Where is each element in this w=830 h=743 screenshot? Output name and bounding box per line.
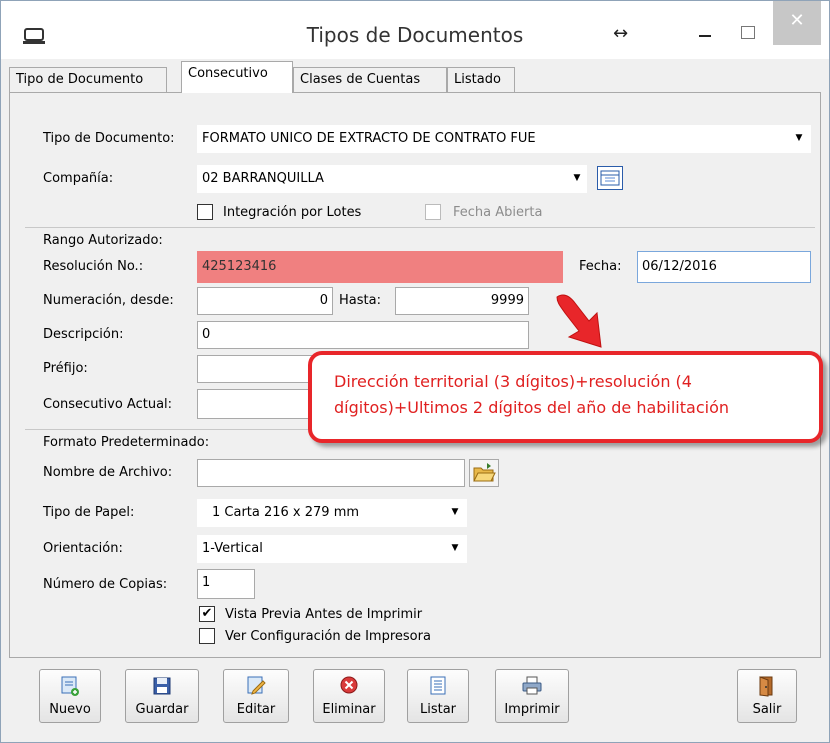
editar-button[interactable]: Editar xyxy=(223,669,289,723)
editar-button-label: Editar xyxy=(236,702,276,717)
vista-previa-checkbox[interactable]: ✔ xyxy=(199,606,215,622)
formato-predeterminado-heading: Formato Predeterminado: xyxy=(43,435,210,450)
resize-icon[interactable]: ↔ xyxy=(613,23,628,44)
orientacion-select[interactable]: 1-Vertical xyxy=(197,535,467,563)
guardar-button[interactable]: Guardar xyxy=(125,669,199,723)
compania-label: Compañía: xyxy=(43,171,114,186)
descripcion-label: Descripción: xyxy=(43,327,124,342)
delete-icon xyxy=(340,676,358,694)
nuevo-button-label: Nuevo xyxy=(49,702,91,717)
minimize-button[interactable] xyxy=(685,17,725,47)
hasta-label: Hasta: xyxy=(339,293,381,308)
consecutivo-actual-label: Consecutivo Actual: xyxy=(43,397,173,412)
listar-button[interactable]: Listar xyxy=(407,669,469,723)
resolucion-input[interactable]: 425123416 xyxy=(197,251,563,283)
tab-listado[interactable]: Listado xyxy=(447,67,515,93)
eliminar-button-label: Eliminar xyxy=(322,702,376,717)
eliminar-button[interactable]: Eliminar xyxy=(313,669,385,723)
nombre-archivo-label: Nombre de Archivo: xyxy=(43,465,173,480)
tab-tipo-de-documento[interactable]: Tipo de Documento xyxy=(9,67,167,93)
exit-door-icon xyxy=(759,676,773,697)
callout-line-1: Dirección territorial (3 dígitos)+resolu… xyxy=(334,372,692,391)
integracion-checkbox[interactable] xyxy=(197,204,213,220)
numeracion-label: Numeración, desde: xyxy=(43,293,174,308)
rango-autorizado-heading: Rango Autorizado: xyxy=(43,233,163,248)
calendar-icon[interactable] xyxy=(597,166,623,190)
salir-button-label: Salir xyxy=(752,702,782,717)
tipo-papel-label: Tipo de Papel: xyxy=(43,505,135,520)
nombre-archivo-input[interactable] xyxy=(197,459,465,487)
resolucion-label: Resolución No.: xyxy=(43,259,144,274)
fecha-input[interactable]: 06/12/2016 xyxy=(637,251,811,283)
fecha-abierta-label: Fecha Abierta xyxy=(453,205,543,220)
tab-consecutivo[interactable]: Consecutivo xyxy=(181,61,293,93)
integracion-label: Integración por Lotes xyxy=(223,205,362,220)
salir-button[interactable]: Salir xyxy=(737,669,797,723)
copias-input[interactable]: 1 xyxy=(197,569,255,599)
close-button[interactable]: ✕ xyxy=(773,1,821,45)
listar-button-label: Listar xyxy=(419,702,457,717)
window: Tipos de Documentos ↔ ✕ Tipo de Document… xyxy=(0,0,830,743)
annotation-callout: Dirección territorial (3 dígitos)+resolu… xyxy=(308,351,823,443)
ver-configuracion-checkbox[interactable] xyxy=(199,628,215,644)
imprimir-button[interactable]: Imprimir xyxy=(495,669,569,723)
numeracion-desde-input[interactable]: 0 xyxy=(197,287,333,315)
vista-previa-label: Vista Previa Antes de Imprimir xyxy=(225,607,423,622)
guardar-button-label: Guardar xyxy=(135,702,189,717)
separator xyxy=(25,227,815,228)
orientacion-label: Orientación: xyxy=(43,541,123,556)
edit-icon xyxy=(247,676,266,695)
chevron-down-icon[interactable]: ▼ xyxy=(445,499,465,525)
compania-select[interactable]: 02 BARRANQUILLA xyxy=(197,165,587,193)
callout-line-2: dígitos)+Ultimos 2 dígitos del año de ha… xyxy=(334,398,729,417)
tipo-documento-select[interactable]: FORMATO UNICO DE EXTRACTO DE CONTRATO FU… xyxy=(197,125,811,153)
printer-icon xyxy=(522,676,542,695)
title-bar: Tipos de Documentos ↔ ✕ xyxy=(1,1,829,59)
ver-configuracion-label: Ver Configuración de Impresora xyxy=(225,629,431,644)
open-folder-icon[interactable] xyxy=(469,459,499,487)
chevron-down-icon[interactable]: ▼ xyxy=(567,165,587,191)
imprimir-button-label: Imprimir xyxy=(504,702,560,717)
new-document-icon xyxy=(61,676,79,696)
chevron-down-icon[interactable]: ▼ xyxy=(445,535,465,561)
maximize-button[interactable] xyxy=(727,17,767,47)
list-icon xyxy=(430,676,446,695)
descripcion-input[interactable]: 0 xyxy=(197,321,529,349)
save-icon xyxy=(153,677,171,695)
tipo-papel-select[interactable]: 1 Carta 216 x 279 mm xyxy=(197,499,467,527)
hasta-input[interactable]: 9999 xyxy=(395,287,529,315)
tab-clases-de-cuentas[interactable]: Clases de Cuentas xyxy=(293,67,447,93)
annotation-arrow-icon xyxy=(556,294,602,348)
chevron-down-icon[interactable]: ▼ xyxy=(789,125,809,151)
fecha-abierta-checkbox[interactable] xyxy=(425,204,441,220)
fecha-label: Fecha: xyxy=(579,259,622,274)
copias-label: Número de Copias: xyxy=(43,577,168,592)
prefijo-label: Préfijo: xyxy=(43,361,88,376)
tipo-documento-label: Tipo de Documento: xyxy=(43,131,175,146)
nuevo-button[interactable]: Nuevo xyxy=(39,669,101,723)
